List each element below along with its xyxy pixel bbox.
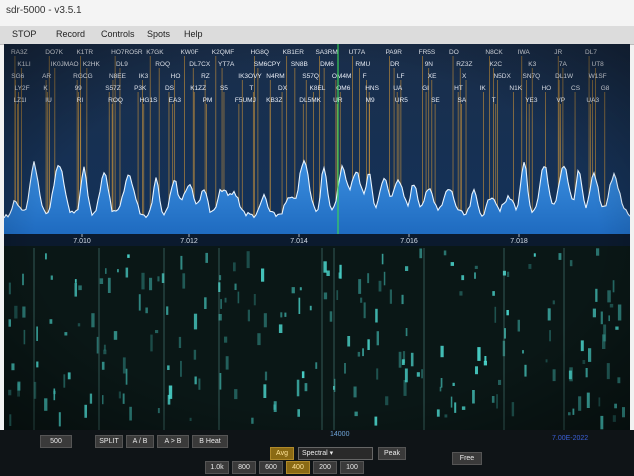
- status-readout: 7.00E-2022: [552, 435, 589, 442]
- control-panel: 500 SPLIT A / B A > B B Heat 14000 Avg S…: [0, 430, 634, 476]
- menu-spots[interactable]: Spots: [143, 28, 174, 40]
- free-button[interactable]: Free: [452, 452, 482, 465]
- menu-bar: STOP Record Controls Spots Help: [0, 26, 634, 45]
- bw-button-5[interactable]: 200: [313, 461, 337, 474]
- agc-mode-select[interactable]: Spectral ▾: [298, 447, 373, 460]
- bw-button-3[interactable]: 600: [259, 461, 283, 474]
- agc-button[interactable]: Avg: [270, 447, 294, 460]
- bw-button-2[interactable]: 800: [232, 461, 256, 474]
- chevron-down-icon: ▾: [329, 450, 334, 457]
- bw-button-4[interactable]: 400: [286, 461, 310, 474]
- split-button[interactable]: SPLIT: [95, 435, 123, 448]
- a-to-b-button[interactable]: A > B: [157, 435, 189, 448]
- peak-button[interactable]: Peak: [378, 447, 406, 460]
- spectrum-waterfall-canvas[interactable]: RA3ZDO7KK1TRHO7RO5RK7GKKW0FK2QMFHG8QKB1E…: [4, 44, 630, 430]
- a-b-button[interactable]: A / B: [126, 435, 154, 448]
- menu-controls[interactable]: Controls: [97, 28, 139, 40]
- sdr-display[interactable]: RA3ZDO7KK1TRHO7RO5RK7GKKW0FK2QMFHG8QKB1E…: [4, 44, 630, 430]
- agc-mode-value: Spectral: [302, 450, 328, 457]
- screen-vignette: [4, 44, 630, 430]
- center-frequency: 14000: [330, 431, 350, 438]
- title-bar: sdr-5000 - v3.5.1: [0, 0, 634, 26]
- menu-record[interactable]: Record: [52, 28, 89, 40]
- rit-button[interactable]: 500: [40, 435, 72, 448]
- menu-help[interactable]: Help: [180, 28, 207, 40]
- b-heat-button[interactable]: B Heat: [192, 435, 228, 448]
- window-title: sdr-5000 - v3.5.1: [6, 5, 82, 16]
- bw-button-1[interactable]: 1.0k: [205, 461, 229, 474]
- menu-stop[interactable]: STOP: [8, 28, 40, 40]
- bw-button-6[interactable]: 100: [340, 461, 364, 474]
